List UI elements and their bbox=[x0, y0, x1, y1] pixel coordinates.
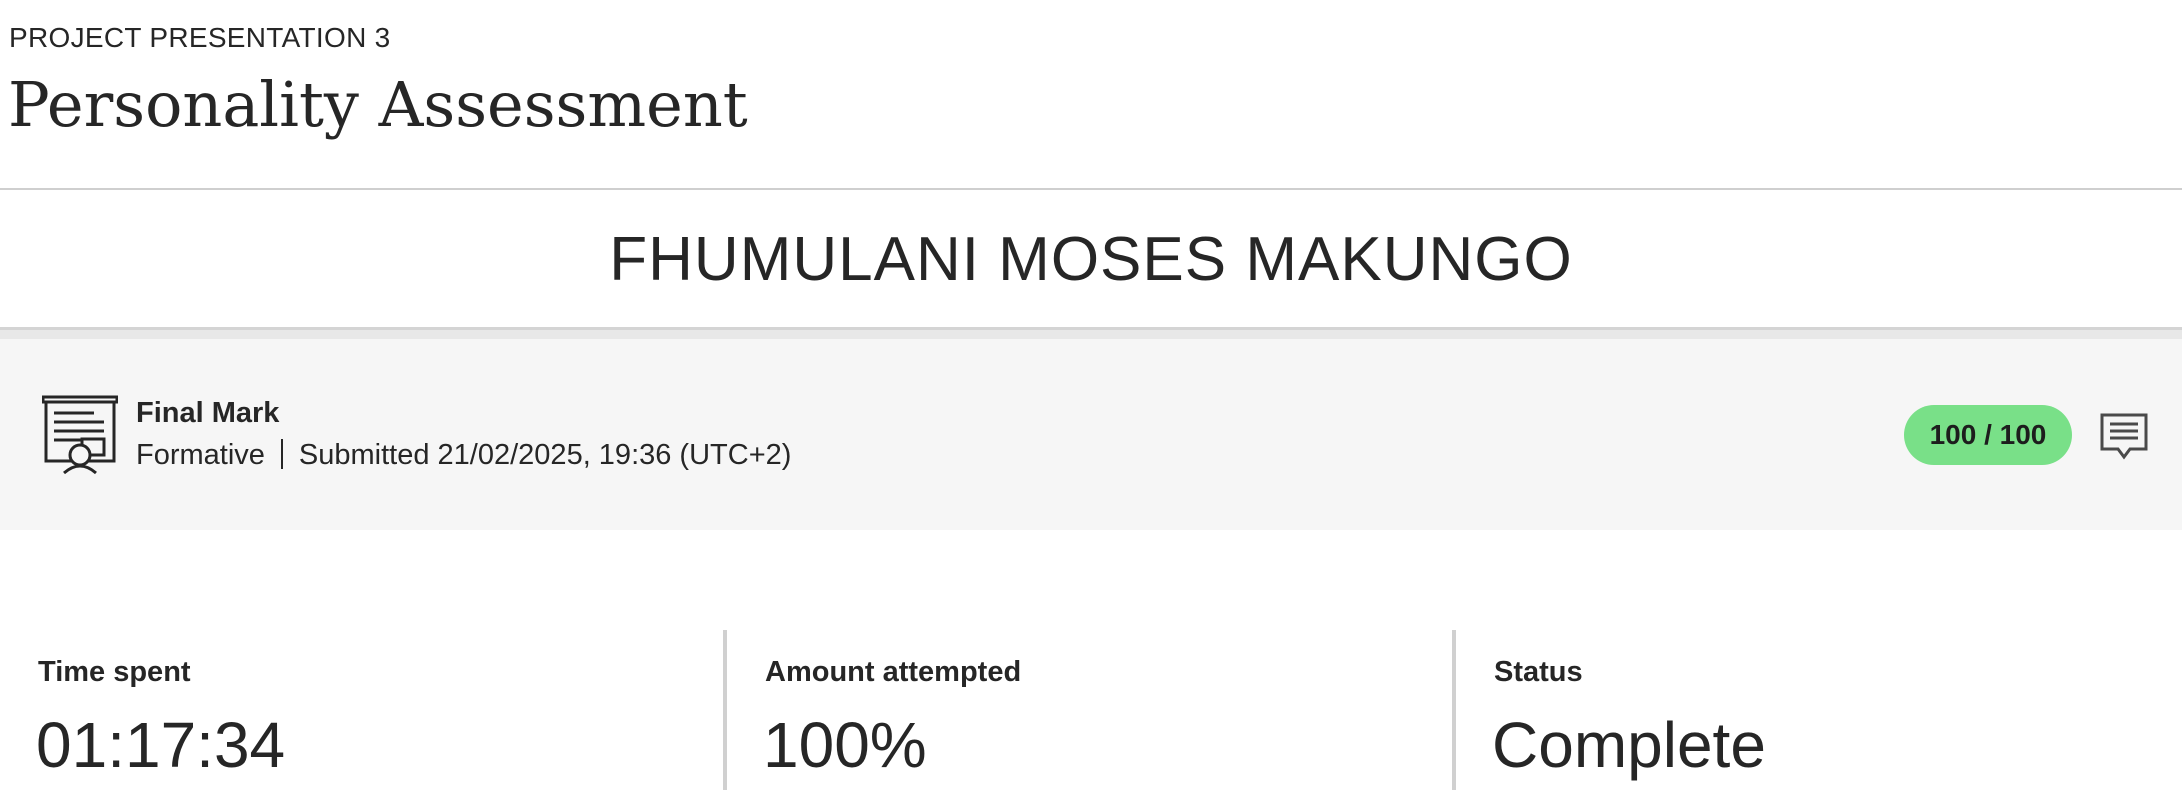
page-header: PROJECT PRESENTATION 3 Personality Asses… bbox=[0, 0, 2182, 190]
summary-stats: Time spent 01:17:34 Amount attempted 100… bbox=[0, 630, 2182, 790]
stat-label: Status bbox=[1494, 656, 1583, 688]
stat-value: Complete bbox=[1492, 709, 1766, 781]
final-mark-row: Final Mark Formative Submitted 21/02/2025… bbox=[0, 339, 2182, 530]
section-divider bbox=[0, 330, 2182, 339]
stat-value: 100% bbox=[763, 709, 927, 781]
stat-label: Time spent bbox=[38, 656, 191, 688]
stat-value: 01:17:34 bbox=[36, 709, 286, 781]
stat-amount-attempted: Amount attempted 100% bbox=[727, 630, 1452, 790]
student-name: FHUMULANI MOSES MAKUNGO bbox=[609, 225, 1573, 294]
stat-label: Amount attempted bbox=[765, 656, 1022, 688]
meta-separator bbox=[280, 439, 283, 469]
assessment-type: Formative bbox=[136, 439, 265, 471]
final-mark-meta: Formative Submitted 21/02/2025, 19:36 (UT… bbox=[136, 439, 791, 472]
page: PROJECT PRESENTATION 3 Personality Asses… bbox=[0, 0, 2182, 790]
comment-icon[interactable] bbox=[2098, 411, 2150, 463]
student-bar: FHUMULANI MOSES MAKUNGO bbox=[0, 190, 2182, 330]
grade-badge[interactable]: 100 / 100 bbox=[1904, 405, 2072, 465]
stat-status: Status Complete bbox=[1456, 630, 2182, 790]
final-mark-label: Final Mark bbox=[136, 397, 280, 429]
page-title: Personality Assessment bbox=[8, 68, 748, 141]
page-eyebrow: PROJECT PRESENTATION 3 bbox=[9, 22, 391, 53]
stat-time-spent: Time spent 01:17:34 bbox=[0, 630, 725, 790]
submission-date: Submitted 21/02/2025, 19:36 (UTC+2) bbox=[298, 439, 792, 471]
assessment-board-icon bbox=[42, 395, 118, 475]
